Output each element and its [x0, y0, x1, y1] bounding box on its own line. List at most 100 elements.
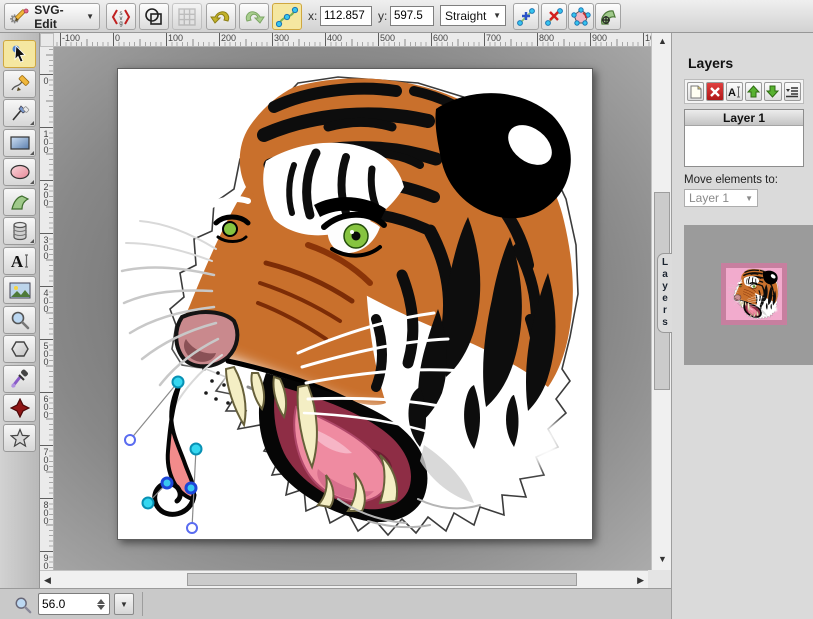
control-point-handle[interactable]: [187, 523, 197, 533]
path-node-selected[interactable]: [162, 478, 172, 488]
tool-path[interactable]: [3, 188, 36, 216]
new-layer-icon: [689, 85, 703, 99]
tool-pencil[interactable]: [3, 70, 36, 98]
scroll-left-arrow[interactable]: ◀: [44, 576, 51, 585]
flyout-arrow: [30, 239, 34, 243]
scrollbar-corner: [648, 570, 671, 588]
control-point-handle[interactable]: [125, 435, 135, 445]
path-edit-overlay[interactable]: [118, 69, 594, 541]
star-icon: [10, 428, 30, 448]
ruler-label: 500: [380, 33, 395, 43]
tool-star[interactable]: [3, 424, 36, 452]
tiger-thumbnail: [726, 268, 782, 320]
layers-panel-tab[interactable]: Layers: [657, 253, 672, 333]
ruler-label: 800: [41, 500, 51, 524]
ruler-label: 600: [433, 33, 448, 43]
path-node[interactable]: [173, 377, 184, 388]
ruler-horizontal: -10001002003004005006007008009001000: [54, 33, 651, 47]
add-subpath-button[interactable]: [595, 3, 621, 30]
x-coordinate-input[interactable]: [320, 6, 372, 26]
tool-zoom[interactable]: [3, 306, 36, 334]
clone-node-button[interactable]: [513, 3, 539, 30]
tool-ellipse[interactable]: [3, 158, 36, 186]
canvas-page[interactable]: [117, 68, 593, 540]
grid-button[interactable]: [172, 3, 202, 30]
select-cursor-icon: [10, 44, 30, 64]
layers-panel-title: Layers: [688, 55, 733, 71]
link-control-points-button[interactable]: [272, 3, 302, 30]
tool-select[interactable]: [3, 40, 36, 68]
zoom-spinner[interactable]: [95, 597, 106, 612]
move-elements-label: Move elements to:: [684, 174, 778, 186]
segment-type-select[interactable]: Straight ▼: [440, 5, 506, 26]
spinner-up-icon[interactable]: [97, 599, 105, 604]
flyout-arrow: [30, 121, 34, 125]
main-menu-button[interactable]: SVG-Edit ▼: [4, 3, 100, 30]
move-elements-select[interactable]: Layer 1 ▼: [684, 189, 758, 207]
horizontal-scrollbar[interactable]: ◀ ▶: [40, 570, 648, 588]
zoom-input[interactable]: [42, 595, 88, 613]
tool-line[interactable]: [3, 99, 36, 127]
path-node-selected[interactable]: [186, 483, 196, 493]
new-layer-button[interactable]: [687, 82, 704, 101]
delete-layer-button[interactable]: [706, 82, 723, 101]
tool-rectangle[interactable]: [3, 129, 36, 157]
red-cross-shape-icon: [10, 398, 30, 418]
chevron-down-icon: ▼: [745, 194, 753, 203]
layer-row-selected[interactable]: Layer 1: [685, 110, 803, 126]
spinner-down-icon[interactable]: [97, 605, 105, 610]
layer-list[interactable]: Layer 1: [684, 109, 804, 167]
ruler-label: 400: [41, 288, 51, 312]
ruler-vertical: 0100200300400500600700800900: [40, 47, 54, 570]
tool-image[interactable]: [3, 276, 36, 304]
ruler-label: 600: [41, 394, 51, 418]
left-toolbar: A: [0, 33, 40, 588]
open-close-path-button[interactable]: [568, 3, 594, 30]
selection-thumbnail[interactable]: [726, 268, 782, 320]
tool-eyedropper[interactable]: [3, 365, 36, 393]
tool-text[interactable]: A: [3, 247, 36, 275]
text-icon: A: [10, 251, 30, 271]
scroll-down-arrow[interactable]: ▼: [658, 555, 667, 564]
path-node[interactable]: [143, 498, 154, 509]
rename-layer-button[interactable]: A: [726, 82, 743, 101]
y-coordinate-input[interactable]: [390, 6, 434, 26]
wireframe-shapes-icon: [144, 7, 164, 27]
horizontal-scroll-thumb[interactable]: [187, 573, 577, 586]
zoom-value-field: [38, 593, 110, 615]
zoom-preset-dropdown[interactable]: ▼: [114, 593, 134, 615]
svg-text:g: g: [119, 21, 122, 27]
path-node[interactable]: [191, 444, 202, 455]
ruler-corner: [40, 33, 54, 47]
segment-type-value: Straight: [445, 9, 486, 23]
line-pen-icon: [10, 103, 30, 123]
tool-polygon[interactable]: [3, 335, 36, 363]
preview-area: [684, 225, 813, 365]
tool-shapes[interactable]: [3, 394, 36, 422]
source-editor-button[interactable]: s v g: [106, 3, 136, 30]
undo-button[interactable]: [206, 3, 236, 30]
move-layer-down-button[interactable]: [764, 82, 781, 101]
add-node-icon: [516, 7, 536, 27]
ruler-label: 900: [41, 553, 51, 570]
layer-menu-button[interactable]: [784, 82, 801, 101]
scroll-right-arrow[interactable]: ▶: [637, 576, 644, 585]
source-code-icon: s v g: [111, 7, 131, 27]
add-subpath-icon: [598, 7, 618, 27]
pencil-icon: [10, 74, 30, 94]
ruler-label: 800: [539, 33, 554, 43]
move-elements-value: Layer 1: [689, 191, 729, 205]
scroll-up-arrow[interactable]: ▲: [658, 37, 667, 46]
wireframe-button[interactable]: [139, 3, 169, 30]
bezier-nodes-icon: [276, 6, 298, 28]
delete-node-button[interactable]: [541, 3, 567, 30]
layer-menu-icon: [785, 86, 799, 98]
tool-shape-library[interactable]: [3, 217, 36, 245]
rename-layer-icon: A: [727, 85, 741, 99]
chevron-down-icon: ▼: [86, 12, 94, 21]
workarea[interactable]: [54, 47, 651, 570]
control-handle-lines: [130, 382, 196, 528]
redo-button[interactable]: [239, 3, 269, 30]
move-layer-up-button[interactable]: [745, 82, 762, 101]
layers-panel: Layers A: [671, 33, 813, 619]
